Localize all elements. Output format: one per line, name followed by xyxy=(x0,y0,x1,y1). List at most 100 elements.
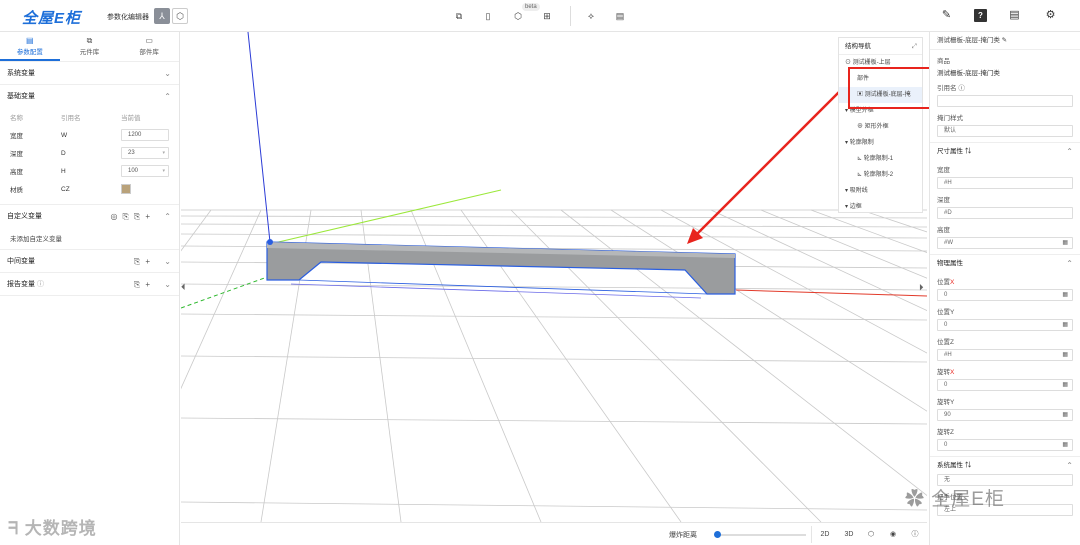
system-section-header[interactable]: 系统属性 ⇅ ⌃ xyxy=(930,456,1080,473)
var-value-select[interactable]: 100 ▾ xyxy=(121,165,169,177)
cube-outline-icon[interactable]: ⧉ xyxy=(453,10,465,22)
panel-outline xyxy=(290,283,702,299)
ref-name-input[interactable] xyxy=(937,95,1073,107)
pos-x-label: 位置X xyxy=(930,271,1080,288)
nav-item[interactable]: ▾ 轮廓限制 xyxy=(839,135,922,151)
connect-icon[interactable]: ⟡ xyxy=(585,10,597,22)
calculator-icon[interactable]: ▦ xyxy=(1062,238,1068,249)
var-value: 100 xyxy=(128,168,139,174)
calculator-icon[interactable]: ▦ xyxy=(1062,320,1068,331)
calculator-icon[interactable]: ▦ xyxy=(1062,410,1068,421)
link-icon[interactable]: ⇅ xyxy=(965,462,972,469)
ref-name-label-text: 引用名 xyxy=(937,85,957,92)
rot-y-input[interactable]: 90 ▦ xyxy=(937,409,1073,421)
chevron-up-icon[interactable]: ⌃ xyxy=(164,85,171,108)
cube-view-icon[interactable]: ⬡ xyxy=(865,528,877,541)
nav-item[interactable]: ⊕ 矩形外框 xyxy=(839,119,922,135)
custom-vars-header[interactable]: 自定义变量 ◎⎘⎘+ ⌃ xyxy=(0,204,179,227)
material-swatch[interactable] xyxy=(121,184,131,194)
add-icon[interactable]: + xyxy=(145,257,155,266)
pos-y-input[interactable]: 0 ▦ xyxy=(937,319,1073,331)
chevron-up-icon[interactable]: ⌃ xyxy=(1066,457,1073,474)
calculator-icon[interactable]: ▦ xyxy=(1062,380,1068,391)
basic-vars-header[interactable]: 基础变量 ⌃ xyxy=(0,85,179,108)
report-vars-header[interactable]: 报告变量 ⓘ ⎘+ ⌄ xyxy=(0,273,179,296)
depth-value: #D xyxy=(944,210,952,216)
door-style-value: 默认 xyxy=(944,128,957,134)
var-value-input[interactable]: 1200 xyxy=(121,129,169,141)
chevron-up-icon[interactable]: ⌃ xyxy=(1066,255,1073,272)
pos-x-label-text: 位置 xyxy=(937,279,950,286)
grid-icon[interactable]: ⊞ xyxy=(541,10,553,22)
rot-x-label: 旋转X xyxy=(930,361,1080,378)
tab-param-config[interactable]: ▤ 参数配置 xyxy=(0,32,60,61)
expand-icon[interactable]: ⤢ xyxy=(912,38,917,55)
view-2d-button[interactable]: 2D xyxy=(817,528,833,541)
slider-knob[interactable] xyxy=(714,531,721,538)
explode-distance-label: 爆炸距离 xyxy=(669,532,697,539)
target-icon[interactable]: ◎ xyxy=(111,212,123,221)
chevron-up-icon[interactable]: ⌃ xyxy=(164,205,171,228)
rot-z-input[interactable]: 0 ▦ xyxy=(937,439,1073,451)
3d-viewport[interactable]: ⏴ ⏵ xyxy=(181,32,927,522)
system-vars-header[interactable]: 系统变量 ⌄ xyxy=(0,62,179,85)
chevron-down-icon[interactable]: ⌄ xyxy=(164,273,171,296)
height-input[interactable]: #W ▦ xyxy=(937,237,1073,249)
edit-icon[interactable]: ✎ xyxy=(940,9,953,22)
import-icon[interactable]: ⎘ xyxy=(123,212,134,221)
nav-item[interactable]: ⊾ 轮廓限制-2 xyxy=(839,167,922,183)
product-value: 测试栅板-底层-掩门类 xyxy=(937,70,1000,77)
nav-item[interactable]: ⊾ 轮廓限制-1 xyxy=(839,151,922,167)
nav-item-label: 测试栅板-上层 xyxy=(852,60,891,66)
nav-item[interactable]: ▾ 边框 xyxy=(839,199,922,212)
param-mode-button[interactable]: ⅄ xyxy=(154,8,170,24)
document-icon[interactable]: ▤ xyxy=(614,10,626,22)
import-icon[interactable]: ⎘ xyxy=(134,280,145,289)
help-circle-icon[interactable]: ⓘ xyxy=(958,85,965,92)
size-section-header[interactable]: 尺寸属性 ⇅ ⌃ xyxy=(930,142,1080,159)
edit-icon[interactable]: ✎ xyxy=(1002,37,1007,44)
width-input[interactable]: #H xyxy=(937,177,1073,189)
add-icon[interactable]: + xyxy=(145,212,155,221)
settings-icon[interactable]: ⚙ xyxy=(1044,9,1057,22)
chevron-up-icon[interactable]: ⌃ xyxy=(1066,143,1073,160)
middle-vars-header[interactable]: 中间变量 ⎘+ ⌄ xyxy=(0,250,179,273)
calculator-icon[interactable]: ▦ xyxy=(1062,350,1068,361)
cube-icon[interactable]: ⬡ xyxy=(512,10,524,22)
door-style-select[interactable]: 默认 xyxy=(937,125,1073,137)
tab-component-library[interactable]: ⧉ 元件库 xyxy=(60,32,120,61)
pos-z-input[interactable]: #H ▦ xyxy=(937,349,1073,361)
tab-part-library[interactable]: ▭ 部件库 xyxy=(119,32,179,61)
calculator-icon[interactable]: ▦ xyxy=(1062,290,1068,301)
collapse-right-icon[interactable]: ⏵ xyxy=(919,282,924,292)
help-circle-icon[interactable]: ⓘ xyxy=(37,281,44,288)
info-icon[interactable]: ⓘ xyxy=(909,528,921,541)
explode-distance-slider[interactable] xyxy=(714,531,806,538)
rot-x-input[interactable]: 0 ▦ xyxy=(937,379,1073,391)
cabinet-icon[interactable]: ▯ xyxy=(482,10,494,22)
var-row: 材质 CZ xyxy=(0,180,179,198)
collapse-left-icon[interactable]: ⏴ xyxy=(181,282,186,292)
chevron-down-icon[interactable]: ⌄ xyxy=(164,62,171,85)
view-3d-button[interactable]: 3D xyxy=(841,528,857,541)
help-icon[interactable]: ? xyxy=(974,9,987,22)
file-icon[interactable]: ▤ xyxy=(1008,9,1021,22)
physical-section-header[interactable]: 物理属性 ⌃ xyxy=(930,254,1080,271)
depth-input[interactable]: #D xyxy=(937,207,1073,219)
export-icon[interactable]: ⎘ xyxy=(134,212,145,221)
nav-item[interactable]: ▾ 吸附线 xyxy=(839,183,922,199)
left-tabs: ▤ 参数配置 ⧉ 元件库 ▭ 部件库 xyxy=(0,32,179,62)
width-label: 宽度 xyxy=(937,167,950,174)
add-icon[interactable]: + xyxy=(145,280,155,289)
var-value-select[interactable]: 23 ▾ xyxy=(121,147,169,159)
link-icon[interactable]: ⇅ xyxy=(965,148,972,155)
pos-x-input[interactable]: 0 ▦ xyxy=(937,289,1073,301)
calculator-icon[interactable]: ▦ xyxy=(1062,440,1068,451)
eye-icon[interactable]: ◉ xyxy=(887,528,899,541)
toolbar-divider xyxy=(570,6,571,26)
import-icon[interactable]: ⎘ xyxy=(134,257,145,266)
model-mode-button[interactable]: ⬡ xyxy=(172,8,188,24)
var-value: 1200 xyxy=(128,132,142,138)
scene-canvas[interactable]: ⏴ ⏵ xyxy=(181,32,927,522)
chevron-down-icon[interactable]: ⌄ xyxy=(164,250,171,273)
